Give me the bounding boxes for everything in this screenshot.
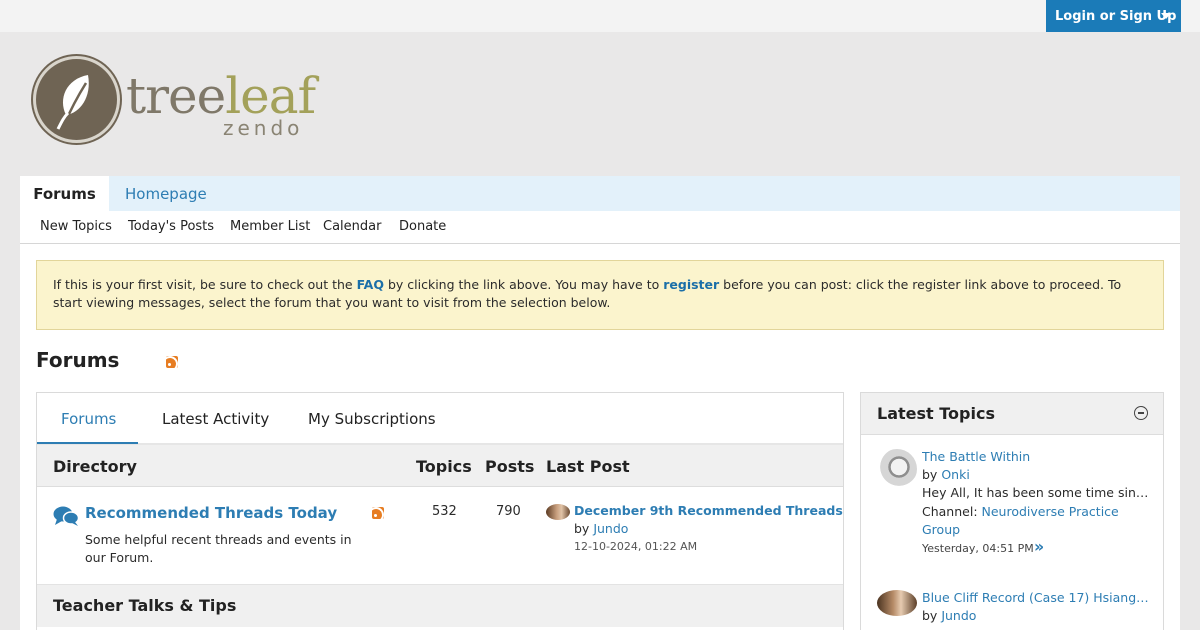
go-to-post-icon[interactable]: ›› [1034,537,1044,556]
login-signup-label: Login or Sign Up [1055,8,1177,24]
forum-post-count: 790 [496,504,521,519]
chat-bubbles-icon [53,506,79,526]
main-content: If this is your first visit, be sure to … [20,244,1180,630]
site-logo[interactable]: treeleaf zendo [33,56,333,146]
col-posts: Posts [485,457,535,476]
subnav-member-list[interactable]: Member List [230,219,310,234]
topic-author: by Onki [922,467,970,482]
last-post-title[interactable]: December 9th Recommended Threads [574,503,843,518]
topic-author: by Jundo [922,608,977,623]
col-last-post: Last Post [546,457,630,476]
topic-user-link[interactable]: Jundo [941,608,976,623]
register-link[interactable]: register [663,277,719,292]
topic-user-link[interactable]: Onki [941,467,969,482]
rss-icon[interactable] [166,356,178,368]
sub-nav: New Topics Today's Posts Member List Cal… [20,211,1180,244]
avatar[interactable] [546,504,570,520]
section-header-teacher-talks[interactable]: Teacher Talks & Tips [37,585,843,627]
active-tab-indicator [37,442,138,444]
subnav-donate[interactable]: Donate [399,219,446,234]
forum-description: Some helpful recent threads and events i… [85,532,352,565]
topic-channel: Channel: Neurodiverse Practice Group [922,504,1119,537]
list-item: The Battle Within by Onki Hey All, It ha… [877,449,1149,559]
tab-forums[interactable]: Forums [61,410,116,428]
last-post-date: 12-10-2024, 01:22 AM [574,540,698,553]
logo-subtitle: zendo [223,116,304,140]
directory-header: Directory Topics Posts Last Post [37,445,843,487]
topic-date: Yesterday, 04:51 PM [922,542,1034,555]
widget-title: Latest Topics [877,404,995,423]
welcome-notice: If this is your first visit, be sure to … [36,260,1164,330]
latest-topics-widget: Latest Topics The Battle Within by Onki … [860,392,1164,630]
caret-down-icon [1161,13,1171,19]
tab-my-subscriptions[interactable]: My Subscriptions [308,410,436,428]
avatar[interactable] [877,449,917,489]
col-directory: Directory [53,457,137,476]
forum-rss-icon[interactable] [372,507,384,519]
login-signup-button[interactable]: Login or Sign Up [1046,0,1181,32]
subnav-new-topics[interactable]: New Topics [40,219,112,234]
topic-excerpt: Hey All, It has been some time since... [922,485,1149,500]
main-nav: Forums Homepage [20,176,1180,211]
leaf-logo-icon [33,56,120,143]
page-title: Forums [36,348,120,372]
topic-title[interactable]: Blue Cliff Record (Case 17) Hsiang Li... [922,590,1149,605]
widget-header: Latest Topics [861,393,1163,435]
collapse-icon[interactable] [1134,406,1148,420]
tab-latest-activity[interactable]: Latest Activity [162,410,269,428]
topic-title[interactable]: The Battle Within [922,449,1149,464]
faq-link[interactable]: FAQ [357,277,384,292]
top-bar: Login or Sign Up [0,0,1200,32]
col-topics: Topics [416,457,472,476]
nav-tab-homepage[interactable]: Homepage [125,176,207,211]
forum-title[interactable]: Recommended Threads Today [85,504,337,522]
subnav-calendar[interactable]: Calendar [323,219,381,234]
forum-topic-count: 532 [432,504,457,519]
avatar[interactable] [877,590,917,616]
list-item: Blue Cliff Record (Case 17) Hsiang Li...… [877,590,1149,630]
forum-tabs: Forums Latest Activity My Subscriptions [37,393,843,445]
subnav-todays-posts[interactable]: Today's Posts [128,219,214,234]
last-post-user-link[interactable]: Jundo [593,521,628,536]
last-post-author: by Jundo [574,521,629,536]
forum-row: Recommended Threads Today Some helpful r… [37,487,843,585]
forum-panel: Forums Latest Activity My Subscriptions … [36,392,844,630]
nav-tab-forums[interactable]: Forums [20,176,109,211]
